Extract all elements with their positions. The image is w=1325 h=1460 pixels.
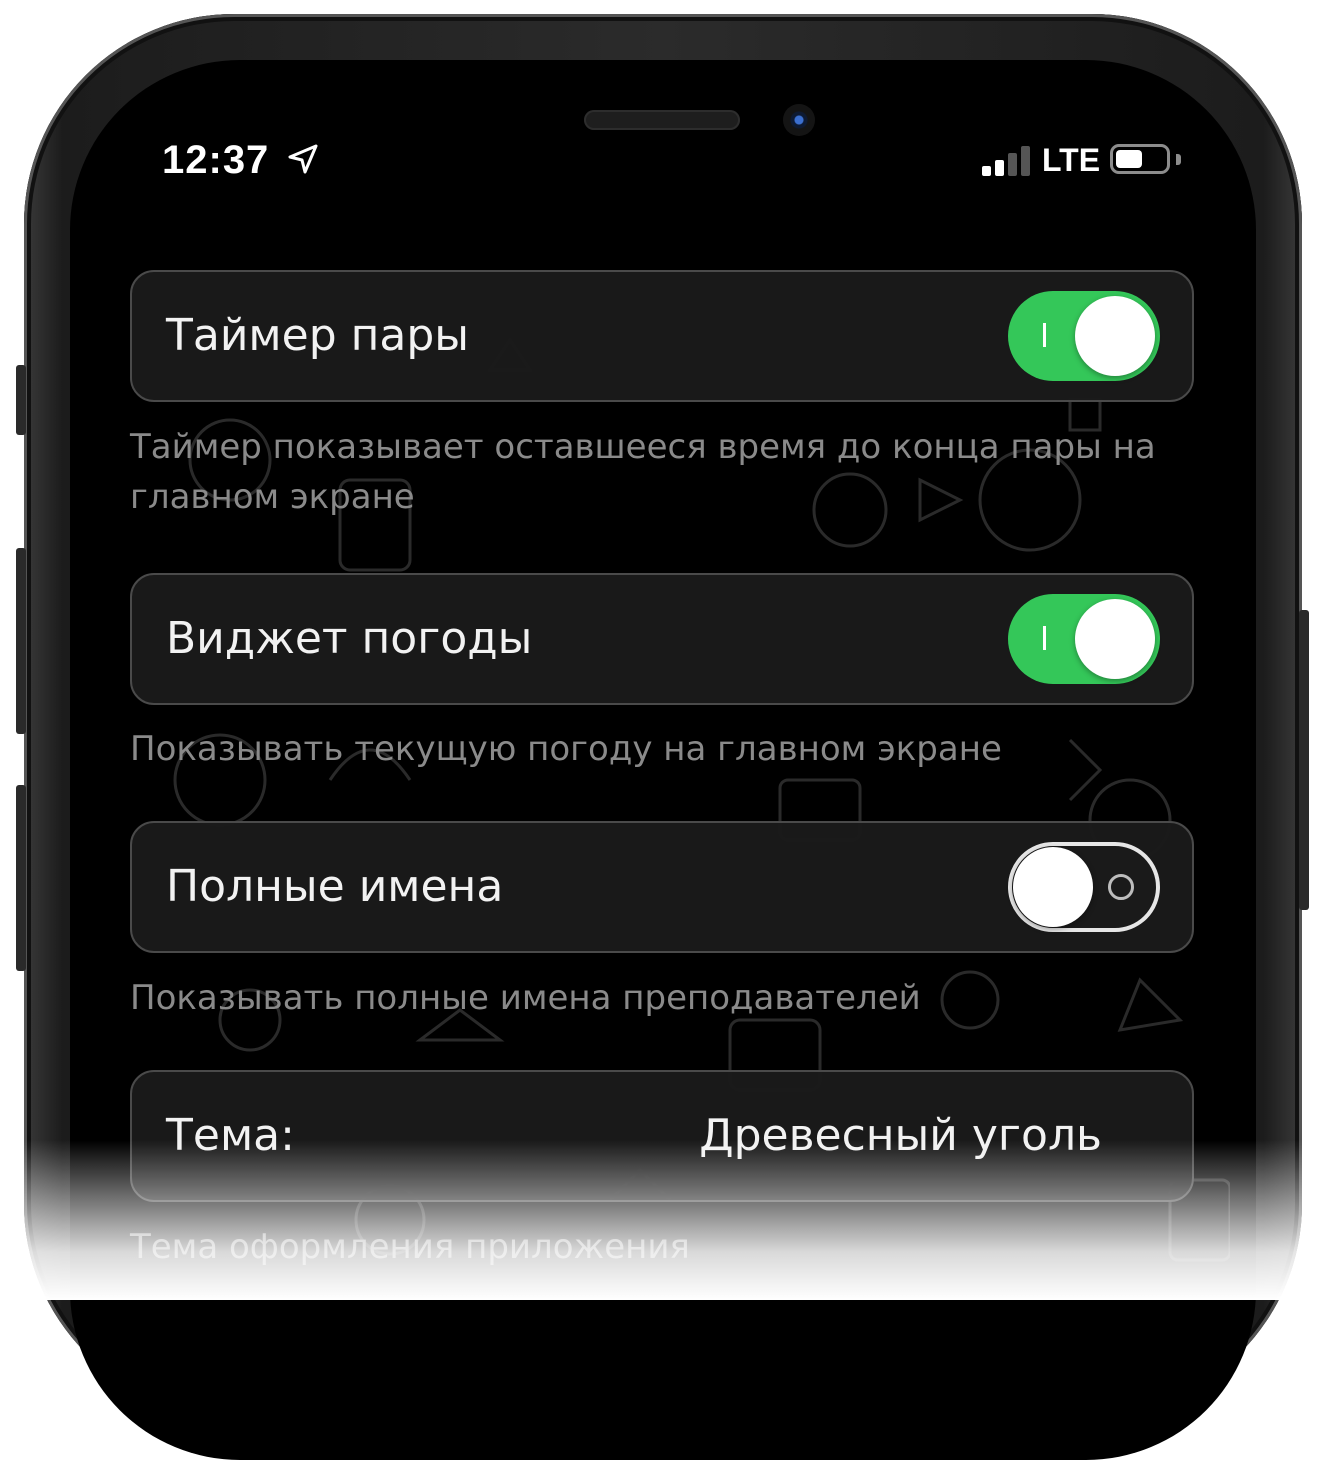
signal-strength-icon: [982, 144, 1034, 176]
setting-card-weather-widget: Виджет погоды: [130, 573, 1194, 705]
setting-description: Показывать полные имена преподавателей: [130, 978, 921, 1018]
weather-widget-toggle[interactable]: [1008, 594, 1160, 684]
battery-icon: [1110, 144, 1170, 174]
setting-card-full-names: Полные имена: [130, 821, 1194, 953]
toggle-knob: [1075, 599, 1155, 679]
volume-down-button: [16, 785, 26, 971]
setting-label: Таймер пары: [166, 310, 470, 361]
toggle-knob: [1013, 847, 1093, 927]
toggle-on-mark: [1043, 626, 1046, 650]
toggle-on-mark: [1043, 323, 1046, 347]
setting-description: Таймер показывает оставшееся время до ко…: [130, 427, 1156, 517]
status-time: 12:37: [162, 138, 270, 182]
setting-description: Тема оформления приложения: [130, 1227, 690, 1267]
class-timer-toggle[interactable]: [1008, 291, 1160, 381]
full-names-toggle[interactable]: [1008, 842, 1160, 932]
earpiece-speaker: [584, 110, 740, 130]
toggle-off-mark: [1108, 874, 1134, 900]
network-type: LTE: [1042, 142, 1101, 178]
theme-value: Древесный уголь: [699, 1110, 1102, 1161]
battery-cap: [1176, 154, 1181, 165]
location-arrow-icon: [288, 144, 318, 174]
front-camera: [783, 104, 815, 136]
mute-switch: [16, 365, 26, 435]
battery-level: [1116, 150, 1142, 168]
setting-card-class-timer: Таймер пары: [130, 270, 1194, 402]
toggle-knob: [1075, 296, 1155, 376]
setting-label: Полные имена: [166, 861, 504, 912]
power-button: [1299, 610, 1309, 910]
setting-label: Виджет погоды: [166, 613, 533, 664]
setting-card-theme[interactable]: Тема: Древесный уголь: [130, 1070, 1194, 1202]
setting-description: Показывать текущую погоду на главном экр…: [130, 729, 1002, 769]
setting-label: Тема:: [166, 1110, 295, 1161]
volume-up-button: [16, 548, 26, 734]
